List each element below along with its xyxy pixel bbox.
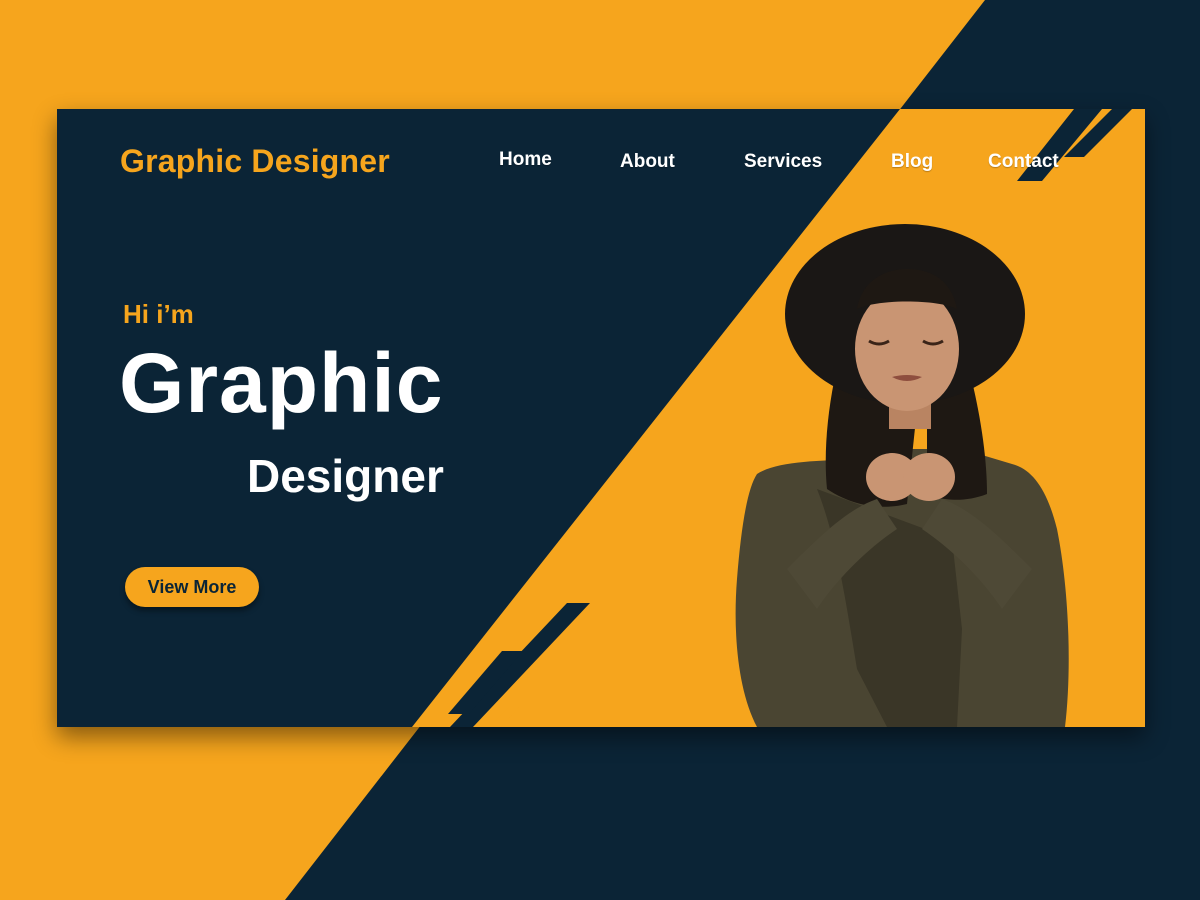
nav-home[interactable]: Home [499, 149, 552, 171]
hero-card: Graphic Designer Home About Services Blo… [57, 109, 1145, 727]
hero-greeting: Hi i’m [123, 299, 194, 329]
hero-title-line2: Designer [247, 450, 444, 502]
main-nav: Home About Services Blog Contact [57, 149, 1145, 179]
hero-title-line1: Graphic [119, 336, 444, 430]
view-more-button[interactable]: View More [125, 567, 259, 607]
nav-blog[interactable]: Blog [891, 151, 933, 173]
nav-contact[interactable]: Contact [988, 151, 1059, 173]
page-stage: Graphic Designer Home About Services Blo… [0, 0, 1200, 900]
nav-about[interactable]: About [620, 151, 675, 173]
nav-services[interactable]: Services [744, 151, 822, 173]
